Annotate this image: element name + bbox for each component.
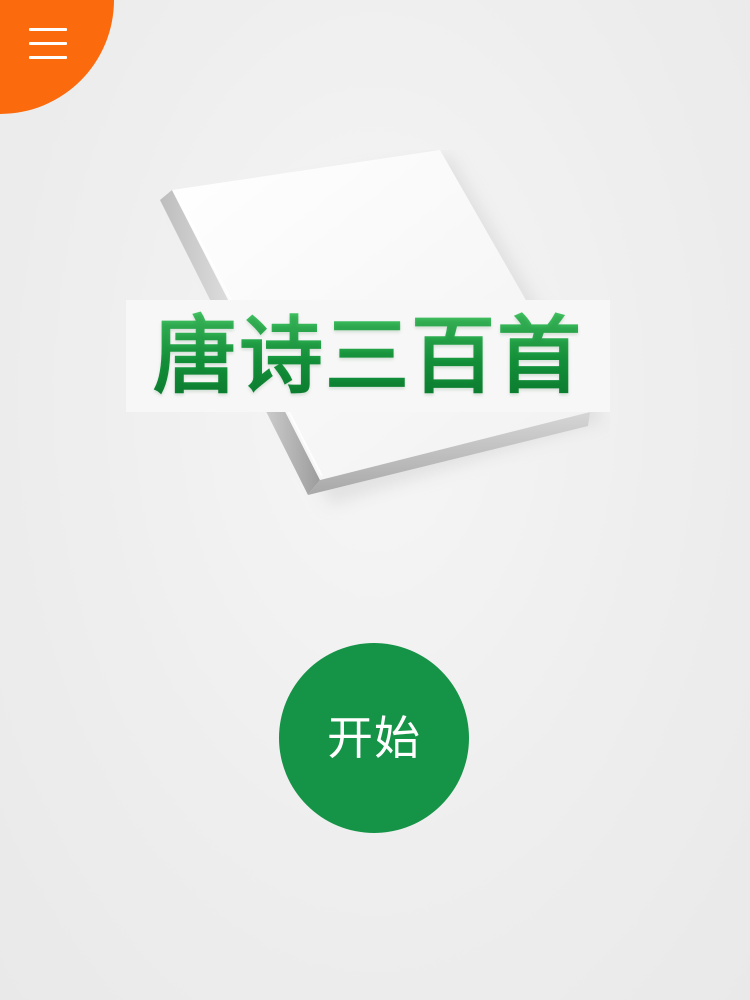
start-button-label: 开始 — [327, 711, 421, 765]
start-button[interactable]: 开始 — [279, 643, 469, 833]
book-title: 唐诗三百首 — [126, 300, 610, 412]
hamburger-menu-icon — [29, 26, 67, 62]
